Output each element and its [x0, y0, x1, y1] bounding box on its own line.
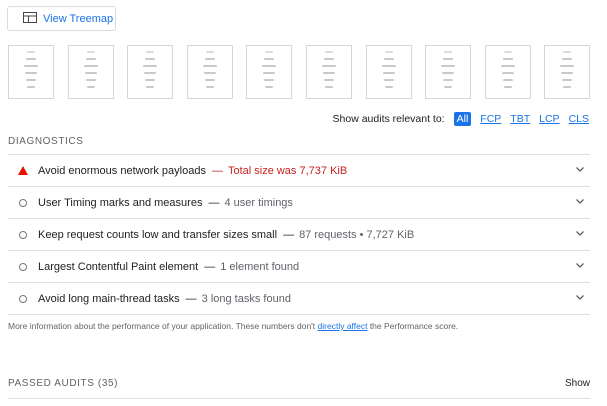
audit-display-value: 4 user timings — [224, 196, 293, 209]
metric-filter-cls[interactable]: CLS — [569, 113, 589, 125]
audit-separator: — — [185, 292, 197, 305]
audit-separator: — — [283, 228, 295, 241]
filmstrip-frame — [366, 45, 412, 99]
audit-title: Keep request counts low and transfer siz… — [38, 228, 278, 241]
audit-separator: — — [204, 260, 216, 273]
filmstrip-frame — [127, 45, 173, 99]
filmstrip-frame — [8, 45, 54, 99]
audit-display-value: 1 element found — [220, 260, 300, 273]
passed-audits-header[interactable]: PASSED AUDITS (35) Show — [8, 371, 590, 399]
chevron-down-icon — [576, 167, 584, 172]
more-info-before: More information about the performance o… — [8, 321, 318, 331]
filmstrip — [8, 45, 590, 99]
metric-filter-all[interactable]: All — [453, 112, 472, 126]
filmstrip-frame — [544, 45, 590, 99]
audit-row[interactable]: Avoid long main-thread tasks — 3 long ta… — [8, 283, 590, 315]
audit-title: Avoid enormous network payloads — [38, 164, 206, 177]
treemap-icon — [23, 11, 43, 26]
chevron-down-icon — [576, 199, 584, 204]
filmstrip-frame — [425, 45, 471, 99]
chevron-down-icon — [576, 263, 584, 268]
info-circle-icon — [19, 198, 27, 207]
audit-title: Avoid long main-thread tasks — [38, 292, 180, 305]
metric-filter-tbt[interactable]: TBT — [510, 113, 530, 125]
passed-audits-title: PASSED AUDITS (35) — [8, 378, 119, 389]
audit-display-value: 3 long tasks found — [201, 292, 291, 305]
audit-separator: — — [208, 196, 220, 209]
info-circle-icon — [19, 294, 27, 303]
filmstrip-frame — [68, 45, 114, 99]
audit-title: User Timing marks and measures — [38, 196, 203, 209]
info-circle-icon — [19, 262, 27, 271]
diagnostics-audit-list: Avoid enormous network payloads — Total … — [8, 154, 590, 315]
audit-row[interactable]: Largest Contentful Paint element — 1 ele… — [8, 251, 590, 283]
metric-filter-lcp[interactable]: LCP — [539, 113, 559, 125]
filmstrip-frame — [485, 45, 531, 99]
filmstrip-frame — [246, 45, 292, 99]
more-info-text: More information about the performance o… — [8, 321, 458, 331]
chevron-down-icon — [576, 231, 584, 236]
audit-row[interactable]: User Timing marks and measures — 4 user … — [8, 187, 590, 219]
view-treemap-button[interactable]: View Treemap — [7, 6, 116, 31]
info-circle-icon — [19, 230, 27, 239]
passed-audits-show-toggle[interactable]: Show — [565, 378, 590, 389]
audit-title: Largest Contentful Paint element — [38, 260, 199, 273]
filmstrip-frame — [187, 45, 233, 99]
audit-row[interactable]: Avoid enormous network payloads — Total … — [8, 155, 590, 187]
audit-row[interactable]: Keep request counts low and transfer siz… — [8, 219, 590, 251]
metric-filter-fcp[interactable]: FCP — [480, 113, 501, 125]
audit-display-value: 87 requests • 7,727 KiB — [299, 228, 415, 241]
fail-triangle-icon — [18, 166, 28, 175]
audit-display-value: Total size was 7,737 KiB — [227, 164, 348, 177]
more-info-after: the Performance score. — [367, 321, 459, 331]
metric-filter-label: Show audits relevant to: — [332, 113, 445, 125]
directly-affect-link[interactable]: directly affect — [318, 321, 368, 331]
view-treemap-label: View Treemap — [43, 12, 114, 25]
metric-filter: Show audits relevant to: All FCP TBT LCP… — [333, 112, 589, 126]
chevron-down-icon — [576, 295, 584, 300]
audit-separator: — — [211, 164, 223, 177]
filmstrip-frame — [306, 45, 352, 99]
diagnostics-title: DIAGNOSTICS — [8, 136, 84, 147]
